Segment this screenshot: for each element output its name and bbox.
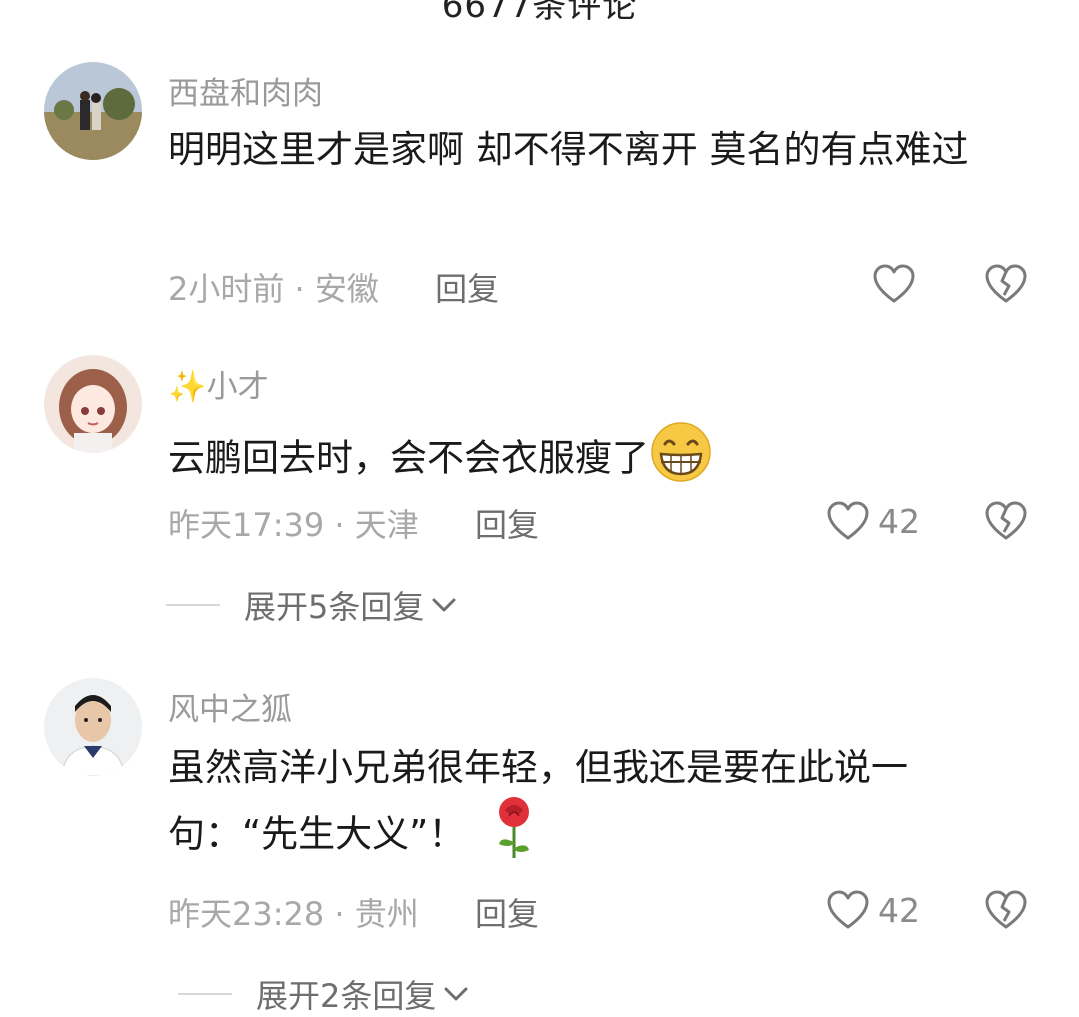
expand-replies-label: 展开5条回复 xyxy=(244,588,425,626)
meta-separator: · xyxy=(324,895,355,933)
heart-icon xyxy=(827,890,869,929)
expand-replies-label: 展开2条回复 xyxy=(256,977,437,1015)
comment-text: 明明这里才是家啊 却不得不离开 莫名的有点难过 xyxy=(168,128,969,171)
username[interactable]: 西盘和肉肉 xyxy=(168,68,323,113)
avatar[interactable] xyxy=(44,678,142,776)
chevron-down-icon xyxy=(444,987,468,1001)
meta-separator: · xyxy=(284,270,315,308)
dislike-button[interactable] xyxy=(984,889,1028,935)
broken-heart-icon xyxy=(985,890,1027,929)
avatar[interactable] xyxy=(44,355,142,453)
broken-heart-icon xyxy=(985,264,1027,303)
divider-line xyxy=(166,604,220,606)
comment-meta: 2小时前 · 安徽 回复 xyxy=(168,264,499,310)
like-count: 42 xyxy=(878,501,920,541)
comment-location: 贵州 xyxy=(354,895,419,933)
username[interactable]: 风中之狐 xyxy=(168,684,292,729)
rose-icon xyxy=(491,796,537,876)
avatar[interactable] xyxy=(44,62,142,160)
username[interactable]: ✨小才 xyxy=(168,361,269,406)
comment-meta: 昨天17:39 · 天津 回复 xyxy=(168,500,539,546)
dislike-button[interactable] xyxy=(984,500,1028,546)
broken-heart-icon xyxy=(985,501,1027,540)
chevron-down-icon xyxy=(432,598,456,612)
comment-count-header: 6677条评论 xyxy=(441,0,638,26)
meta-separator: · xyxy=(324,506,355,544)
like-button[interactable] xyxy=(872,263,916,305)
heart-icon xyxy=(827,501,869,540)
comment-text-body: 虽然高洋小兄弟很年轻，但我还是要在此说一句：“先生大义”！ xyxy=(168,746,908,856)
like-button[interactable]: 42 xyxy=(826,500,920,542)
like-button[interactable]: 42 xyxy=(826,889,920,931)
comment-time: 昨天17:39 xyxy=(168,506,325,544)
comment-time: 昨天23:28 xyxy=(168,895,325,933)
comment-location: 天津 xyxy=(354,506,419,544)
comment-meta: 昨天23:28 · 贵州 回复 xyxy=(168,889,539,935)
heart-icon xyxy=(873,264,915,303)
comment-text-body: 云鹏回去时，会不会衣服瘦了 xyxy=(168,436,649,480)
expand-replies-button[interactable]: 展开5条回复 xyxy=(166,582,458,628)
divider-line xyxy=(178,993,232,995)
expand-replies-button[interactable]: 展开2条回复 xyxy=(178,971,470,1017)
comment-text: 云鹏回去时，会不会衣服瘦了 xyxy=(168,420,1028,500)
comment-text: 虽然高洋小兄弟很年轻，但我还是要在此说一句：“先生大义”！ xyxy=(168,740,998,876)
grinning-face-icon xyxy=(649,420,713,500)
dislike-button[interactable] xyxy=(984,263,1028,309)
reply-button[interactable]: 回复 xyxy=(475,895,539,933)
like-count: 42 xyxy=(878,890,920,930)
reply-button[interactable]: 回复 xyxy=(475,506,539,544)
reply-button[interactable]: 回复 xyxy=(435,270,499,308)
comment-location: 安徽 xyxy=(314,270,379,308)
comment-time: 2小时前 xyxy=(168,270,285,308)
